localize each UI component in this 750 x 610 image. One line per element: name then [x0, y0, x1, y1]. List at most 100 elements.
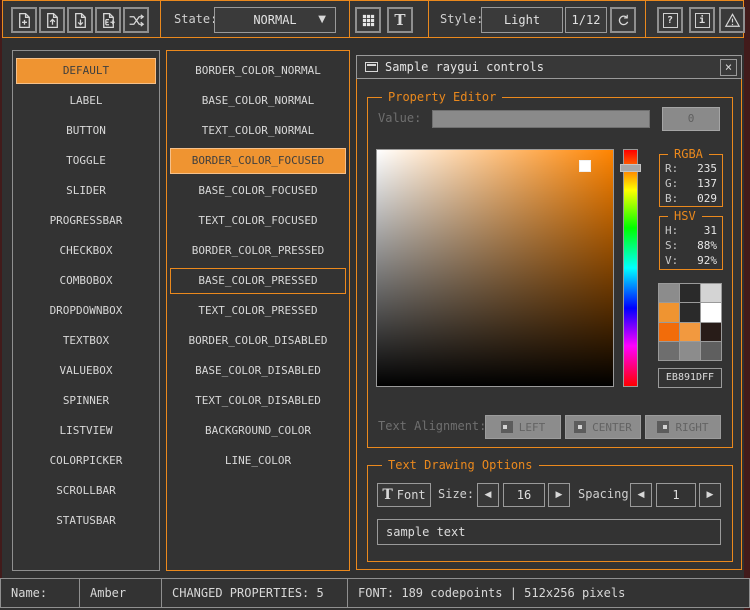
text-alignment-label: Text Alignment:: [378, 419, 486, 433]
save-file-button[interactable]: [67, 7, 93, 33]
sv-gradient-overlay: [377, 150, 613, 386]
sample-text-input[interactable]: sample text: [377, 519, 721, 545]
property-item-base_color_normal[interactable]: BASE_COLOR_NORMAL: [170, 88, 346, 114]
info-button[interactable]: i: [689, 7, 715, 33]
control-item-dropdownbox[interactable]: DROPDOWNBOX: [16, 298, 156, 324]
g-value: 137: [697, 176, 717, 191]
status-name-label: Name:: [0, 578, 80, 608]
property-item-line_color[interactable]: LINE_COLOR: [170, 448, 346, 474]
style-table-mode-button[interactable]: [355, 7, 381, 33]
color-swatch[interactable]: [701, 323, 721, 341]
font-mode-button[interactable]: T: [387, 7, 413, 33]
reload-style-button[interactable]: [610, 7, 636, 33]
control-item-label[interactable]: LABEL: [16, 88, 156, 114]
toolbar: State: NORMAL ▼ T Style: Light 1/12: [2, 0, 744, 38]
color-swatch[interactable]: [701, 342, 721, 360]
size-increase-button[interactable]: ▶: [548, 483, 570, 507]
control-item-spinner[interactable]: SPINNER: [16, 388, 156, 414]
property-item-base_color_pressed[interactable]: BASE_COLOR_PRESSED: [170, 268, 346, 294]
control-item-scrollbar[interactable]: SCROLLBAR: [16, 478, 156, 504]
control-item-toggle[interactable]: TOGGLE: [16, 148, 156, 174]
property-item-border_color_disabled[interactable]: BORDER_COLOR_DISABLED: [170, 328, 346, 354]
hex-color-textbox[interactable]: EB891DFF: [658, 368, 722, 388]
toolbar-divider: [160, 1, 161, 37]
control-item-combobox[interactable]: COMBOBOX: [16, 268, 156, 294]
color-swatch[interactable]: [680, 284, 700, 302]
color-swatch[interactable]: [680, 342, 700, 360]
left-edge-strip: [0, 0, 2, 578]
size-value-box[interactable]: 16: [503, 483, 545, 507]
shuffle-icon: [128, 12, 145, 29]
font-tool-icon: T: [382, 487, 392, 503]
close-button[interactable]: ×: [720, 59, 737, 76]
color-swatch[interactable]: [701, 284, 721, 302]
control-item-default[interactable]: DEFAULT: [16, 58, 156, 84]
hsv-label: HSV: [668, 209, 702, 223]
report-issue-button[interactable]: [719, 7, 745, 33]
style-name-button[interactable]: Light: [481, 7, 563, 33]
color-swatch[interactable]: [701, 303, 721, 321]
color-swatch[interactable]: [659, 323, 679, 341]
property-item-text_color_pressed[interactable]: TEXT_COLOR_PRESSED: [170, 298, 346, 324]
export-file-button[interactable]: [95, 7, 121, 33]
property-item-text_color_focused[interactable]: TEXT_COLOR_FOCUSED: [170, 208, 346, 234]
arrow-left-icon: ◀: [485, 490, 492, 500]
control-item-progressbar[interactable]: PROGRESSBAR: [16, 208, 156, 234]
arrow-left-icon: ◀: [638, 490, 645, 500]
grid-icon: [361, 13, 376, 28]
control-item-checkbox[interactable]: CHECKBOX: [16, 238, 156, 264]
h-label: H:: [665, 223, 678, 238]
size-decrease-button[interactable]: ◀: [477, 483, 499, 507]
control-item-colorpicker[interactable]: COLORPICKER: [16, 448, 156, 474]
hue-slider-handle[interactable]: [620, 164, 641, 172]
property-item-border_color_pressed[interactable]: BORDER_COLOR_PRESSED: [170, 238, 346, 264]
property-item-text_color_normal[interactable]: TEXT_COLOR_NORMAL: [170, 118, 346, 144]
new-file-button[interactable]: [11, 7, 37, 33]
color-swatch[interactable]: [680, 303, 700, 321]
arrow-right-icon: ▶: [556, 490, 563, 500]
control-item-textbox[interactable]: TEXTBOX: [16, 328, 156, 354]
state-dropdown[interactable]: NORMAL ▼: [214, 7, 336, 33]
properties-listview: BORDER_COLOR_NORMAL BASE_COLOR_NORMAL TEXT…: [166, 50, 350, 571]
hue-slider[interactable]: [623, 149, 638, 387]
align-right-button: RIGHT: [645, 415, 721, 439]
spacing-value-box[interactable]: 1: [656, 483, 696, 507]
randomize-style-button[interactable]: [123, 7, 149, 33]
font-button[interactable]: T Font: [377, 483, 431, 507]
spacing-decrease-button[interactable]: ◀: [630, 483, 652, 507]
property-item-background_color[interactable]: BACKGROUND_COLOR: [170, 418, 346, 444]
window-title: Sample raygui controls: [385, 60, 544, 74]
right-edge-strip: [744, 0, 750, 610]
control-item-listview[interactable]: LISTVIEW: [16, 418, 156, 444]
color-swatch[interactable]: [659, 303, 679, 321]
align-left-icon: [501, 421, 513, 433]
style-name-input[interactable]: Amber: [79, 578, 162, 608]
align-left-button: LEFT: [485, 415, 561, 439]
spacing-increase-button[interactable]: ▶: [699, 483, 721, 507]
control-item-statusbar[interactable]: STATUSBAR: [16, 508, 156, 534]
color-swatch[interactable]: [680, 323, 700, 341]
property-item-text_color_disabled[interactable]: TEXT_COLOR_DISABLED: [170, 388, 346, 414]
help-button[interactable]: ?: [657, 7, 683, 33]
state-label: State:: [174, 12, 217, 26]
color-swatch[interactable]: [659, 284, 679, 302]
hsv-groupbox: HSV H:31 S:88% V:92%: [659, 216, 723, 270]
align-center-label: CENTER: [592, 421, 632, 434]
color-swatch[interactable]: [659, 342, 679, 360]
font-button-label: Font: [397, 488, 426, 502]
control-item-valuebox[interactable]: VALUEBOX: [16, 358, 156, 384]
control-item-slider[interactable]: SLIDER: [16, 178, 156, 204]
property-item-base_color_focused[interactable]: BASE_COLOR_FOCUSED: [170, 178, 346, 204]
size-label: Size:: [438, 487, 474, 501]
color-saturation-value-panel[interactable]: [376, 149, 614, 387]
property-item-border_color_focused[interactable]: BORDER_COLOR_FOCUSED: [170, 148, 346, 174]
window-titlebar[interactable]: Sample raygui controls ×: [356, 55, 742, 79]
text-drawing-options-label: Text Drawing Options: [382, 458, 539, 472]
color-selector-cursor[interactable]: [579, 160, 591, 172]
property-item-base_color_disabled[interactable]: BASE_COLOR_DISABLED: [170, 358, 346, 384]
property-item-border_color_normal[interactable]: BORDER_COLOR_NORMAL: [170, 58, 346, 84]
window-icon: [365, 62, 378, 72]
control-item-button[interactable]: BUTTON: [16, 118, 156, 144]
open-file-button[interactable]: [39, 7, 65, 33]
toolbar-divider: [645, 1, 646, 37]
